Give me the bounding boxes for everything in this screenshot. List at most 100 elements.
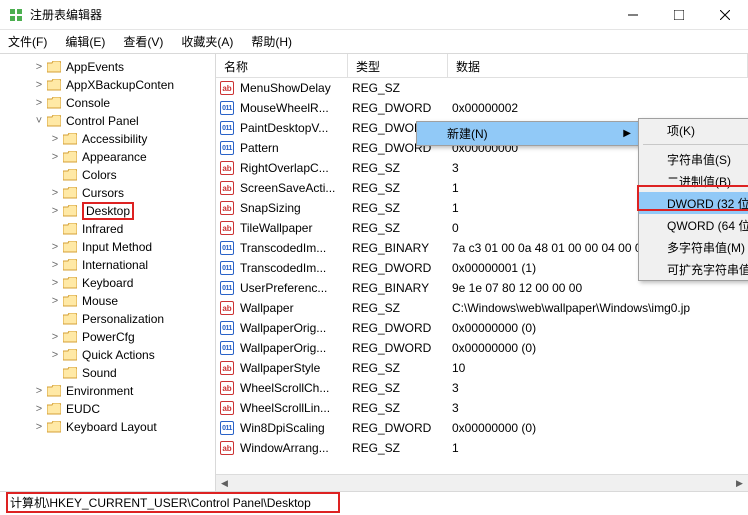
submenu-item[interactable]: 二进制值(B)	[639, 170, 748, 192]
expand-icon[interactable]: >	[32, 97, 46, 109]
list-row[interactable]: abWallpaperREG_SZC:\Windows\web\wallpape…	[216, 298, 748, 318]
expand-icon[interactable]: >	[48, 205, 62, 217]
cell-name: WallpaperOrig...	[234, 321, 346, 335]
tree-item[interactable]: Personalization	[0, 310, 215, 328]
close-button[interactable]	[702, 0, 748, 30]
tree-item[interactable]: >Keyboard Layout	[0, 418, 215, 436]
menu-item-new[interactable]: 新建(N)▶	[417, 122, 639, 145]
menu-edit[interactable]: 编辑(E)	[65, 33, 105, 50]
expand-icon[interactable]: >	[32, 61, 46, 73]
tree-item[interactable]: >Quick Actions	[0, 346, 215, 364]
tree-item[interactable]: >AppEvents	[0, 58, 215, 76]
list-row[interactable]: abMenuShowDelayREG_SZ	[216, 78, 748, 98]
folder-icon	[62, 366, 78, 380]
tree-pane[interactable]: >AppEvents>AppXBackupConten>Console ˅ Cont…	[0, 54, 216, 491]
tree-item[interactable]: > Desktop	[0, 202, 215, 220]
folder-icon	[46, 420, 62, 434]
menu-help[interactable]: 帮助(H)	[251, 33, 292, 50]
list-row[interactable]: 011UserPreferenc...REG_BINARY9e 1e 07 80…	[216, 278, 748, 298]
tree-item[interactable]: ˅ Control Panel	[0, 112, 215, 130]
binary-icon: 011	[220, 121, 234, 135]
expand-icon[interactable]: >	[32, 403, 46, 415]
submenu-item[interactable]: 字符串值(S)	[639, 148, 748, 170]
submenu-item[interactable]: 可扩充字符串值(E)	[639, 258, 748, 280]
col-name[interactable]: 名称	[216, 54, 348, 77]
tree-item[interactable]: >Cursors	[0, 184, 215, 202]
tree-item[interactable]: >International	[0, 256, 215, 274]
expand-icon[interactable]: >	[48, 331, 62, 343]
tree-label: Control Panel	[66, 114, 139, 128]
list-row[interactable]: abWallpaperStyleREG_SZ10	[216, 358, 748, 378]
scroll-left-icon[interactable]: ◀	[216, 475, 233, 492]
tree-item[interactable]: >AppXBackupConten	[0, 76, 215, 94]
status-bar: 计算机\HKEY_CURRENT_USER\Control Panel\Desk…	[0, 491, 748, 513]
folder-icon	[46, 402, 62, 416]
scroll-right-icon[interactable]: ▶	[731, 475, 748, 492]
expand-icon[interactable]: ˅	[32, 115, 46, 127]
maximize-button[interactable]	[656, 0, 702, 30]
col-data[interactable]: 数据	[448, 54, 748, 77]
menu-file[interactable]: 文件(F)	[8, 33, 47, 50]
list-row[interactable]: 011Win8DpiScalingREG_DWORD0x00000000 (0)	[216, 418, 748, 438]
expand-icon[interactable]: >	[48, 241, 62, 253]
menu-favorites[interactable]: 收藏夹(A)	[181, 33, 233, 50]
expand-icon[interactable]: >	[48, 295, 62, 307]
list-row[interactable]: 011MouseWheelR...REG_DWORD0x00000002	[216, 98, 748, 118]
folder-icon	[62, 186, 78, 200]
submenu-item[interactable]: QWORD (64 位)值(Q)	[639, 214, 748, 236]
chevron-right-icon: ▶	[623, 128, 631, 139]
cell-type: REG_DWORD	[346, 101, 446, 115]
tree-item[interactable]: >Appearance	[0, 148, 215, 166]
tree-item[interactable]: >PowerCfg	[0, 328, 215, 346]
submenu-item[interactable]: DWORD (32 位)值(D)	[639, 192, 748, 214]
scrollbar-horizontal[interactable]: ◀ ▶	[216, 474, 748, 491]
minimize-button[interactable]	[610, 0, 656, 30]
submenu-item[interactable]: 多字符串值(M)	[639, 236, 748, 258]
tree-item[interactable]: >Mouse	[0, 292, 215, 310]
expand-icon[interactable]: >	[48, 151, 62, 163]
tree-item[interactable]: >Console	[0, 94, 215, 112]
col-type[interactable]: 类型	[348, 54, 448, 77]
tree-item[interactable]: >EUDC	[0, 400, 215, 418]
folder-icon	[62, 312, 78, 326]
list-row[interactable]: 011WallpaperOrig...REG_DWORD0x00000000 (…	[216, 338, 748, 358]
cell-name: WheelScrollCh...	[234, 381, 346, 395]
expand-icon[interactable]: >	[48, 133, 62, 145]
expand-icon[interactable]: >	[32, 421, 46, 433]
cell-name: PaintDesktopV...	[234, 121, 346, 135]
cell-type: REG_SZ	[346, 401, 446, 415]
tree-item[interactable]: Infrared	[0, 220, 215, 238]
tree-item[interactable]: >Keyboard	[0, 274, 215, 292]
tree-item[interactable]: >Input Method	[0, 238, 215, 256]
tree-label: Colors	[82, 168, 117, 182]
cell-type: REG_DWORD	[346, 421, 446, 435]
folder-icon	[46, 384, 62, 398]
expand-icon[interactable]: >	[48, 349, 62, 361]
expand-icon[interactable]: >	[32, 385, 46, 397]
binary-icon: 011	[220, 241, 234, 255]
list-row[interactable]: abWindowArrang...REG_SZ1	[216, 438, 748, 458]
expand-icon[interactable]: >	[48, 187, 62, 199]
cell-name: MenuShowDelay	[234, 81, 346, 95]
binary-icon: 011	[220, 341, 234, 355]
tree-item[interactable]: >Accessibility	[0, 130, 215, 148]
folder-icon	[62, 258, 78, 272]
context-menu[interactable]: 新建(N)▶	[416, 121, 640, 146]
tree-label: Desktop	[82, 202, 134, 220]
list-row[interactable]: 011WallpaperOrig...REG_DWORD0x00000000 (…	[216, 318, 748, 338]
list-row[interactable]: abWheelScrollLin...REG_SZ3	[216, 398, 748, 418]
expand-icon[interactable]: >	[48, 277, 62, 289]
submenu-item[interactable]: 项(K)	[639, 119, 748, 141]
list-row[interactable]: abWheelScrollCh...REG_SZ3	[216, 378, 748, 398]
expand-icon[interactable]: >	[32, 79, 46, 91]
tree-label: Infrared	[82, 222, 123, 236]
string-icon: ab	[220, 181, 234, 195]
tree-item[interactable]: Sound	[0, 364, 215, 382]
menu-view[interactable]: 查看(V)	[123, 33, 163, 50]
tree-item[interactable]: Colors	[0, 166, 215, 184]
folder-icon	[46, 96, 62, 110]
expand-icon[interactable]: >	[48, 259, 62, 271]
submenu-new[interactable]: 项(K) 字符串值(S)二进制值(B)DWORD (32 位)值(D)QWORD …	[638, 118, 748, 281]
binary-icon: 011	[220, 141, 234, 155]
tree-item[interactable]: >Environment	[0, 382, 215, 400]
